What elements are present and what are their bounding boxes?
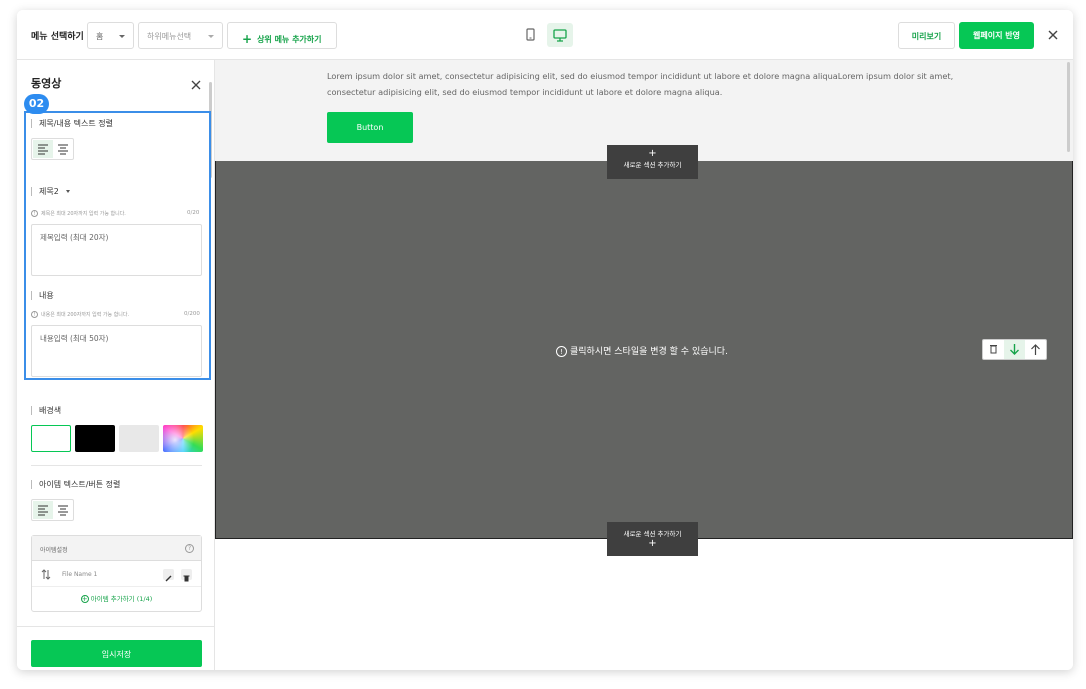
canvas-scrollbar[interactable]: [1067, 62, 1070, 152]
bg-color-label: 배경색: [31, 406, 61, 415]
heading-select[interactable]: 제목2: [31, 187, 71, 196]
add-section-label: 새로운 섹션 추가하기: [623, 530, 682, 538]
temp-save-button[interactable]: 임시저장: [31, 640, 202, 667]
add-section-top-button[interactable]: + 새로운 섹션 추가하기: [607, 145, 698, 179]
desktop-view-button[interactable]: [547, 23, 573, 47]
reorder-icon[interactable]: [41, 569, 51, 580]
trash-icon: [183, 575, 190, 582]
content-char-count: 0/200: [184, 311, 200, 317]
trash-icon: [990, 345, 997, 354]
swatch-white[interactable]: [31, 425, 71, 452]
heading-select-value: 제목2: [39, 187, 59, 196]
menu-select-value: 홈: [96, 32, 104, 41]
section-tools: [982, 339, 1047, 360]
item-align-center-button[interactable]: [53, 501, 73, 519]
edit-item-button[interactable]: [163, 569, 174, 582]
mobile-icon: [526, 28, 535, 41]
section-body-text: Lorem ipsum dolor sit amet, consectetur …: [327, 71, 954, 97]
item-align-label: 아이템 텍스트/버튼 정렬: [31, 480, 120, 489]
item-settings-header: 아이템설정 ?: [32, 536, 201, 561]
title-align-label: 제목/내용 텍스트 정렬: [31, 119, 113, 128]
preview-button[interactable]: 미리보기: [898, 22, 955, 49]
publish-button[interactable]: 웹페이지 반영: [959, 22, 1034, 49]
item-align-group: [31, 499, 74, 521]
close-icon: [191, 80, 201, 90]
add-section-bottom-button[interactable]: 새로운 섹션 추가하기 +: [607, 522, 698, 556]
list-item: File Name 1: [32, 562, 201, 587]
content-textarea-placeholder: 내용입력 (최대 50자): [40, 334, 109, 343]
close-icon: [1048, 30, 1058, 40]
menu-select[interactable]: 홈: [87, 22, 134, 49]
chevron-down-icon: [119, 35, 125, 38]
content-textarea[interactable]: 내용입력 (최대 50자): [31, 325, 202, 377]
item-name: File Name 1: [62, 571, 98, 578]
add-item-button[interactable]: + 아이템 추가하기 (1/4): [32, 593, 201, 603]
item-align-left-button[interactable]: [33, 501, 53, 519]
info-icon: !: [31, 210, 38, 217]
align-left-icon: [38, 505, 48, 516]
item-settings-title: 아이템설정: [40, 547, 68, 554]
video-section[interactable]: ! 클릭하시면 스타일을 변경 할 수 있습니다.: [215, 161, 1073, 539]
chevron-down-icon: [208, 35, 214, 38]
settings-sidebar: 동영상 02 제목/내용 텍스트 정렬 제목2 ! 제목은 최대 20자까지 입력…: [17, 60, 215, 670]
add-section-label: 새로운 섹션 추가하기: [623, 161, 682, 169]
title-char-count: 0/20: [187, 210, 200, 216]
plus-icon: +: [242, 32, 253, 46]
help-icon[interactable]: ?: [185, 544, 194, 553]
delete-section-button[interactable]: [983, 340, 1004, 359]
page-canvas: Lorem ipsum dolor sit amet, consectetur …: [215, 60, 1073, 670]
title-align-group: [31, 138, 74, 160]
move-up-button[interactable]: [1025, 340, 1046, 359]
menu-select-label: 메뉴 선택하기: [31, 32, 84, 42]
item-settings-panel: 아이템설정 ? File Name 1 + 아이템 추가하기 (1/4): [31, 535, 202, 612]
delete-item-button[interactable]: [181, 569, 192, 582]
swatch-color-picker[interactable]: [163, 425, 203, 452]
align-left-icon: [38, 144, 48, 155]
close-sidebar-button[interactable]: [190, 76, 202, 90]
mobile-view-button[interactable]: [517, 23, 543, 47]
align-left-button[interactable]: [33, 140, 53, 158]
swatch-black[interactable]: [75, 425, 115, 452]
info-icon: !: [31, 311, 38, 318]
top-toolbar: 메뉴 선택하기 홈 하위메뉴선택 + 상위 메뉴 추가하기 미리보기 웹페이지 반…: [17, 10, 1073, 60]
add-menu-label: 상위 메뉴 추가하기: [257, 35, 322, 44]
section-button[interactable]: Button: [327, 112, 413, 143]
align-center-icon: [58, 505, 68, 516]
content-hint: ! 내용은 최대 200자까지 입력 가능 합니다.: [31, 311, 129, 318]
editor-window: 메뉴 선택하기 홈 하위메뉴선택 + 상위 메뉴 추가하기 미리보기 웹페이지 반…: [17, 10, 1073, 670]
plus-icon: +: [648, 148, 657, 159]
title-hint: ! 제목은 최대 20자까지 입력 가능 합니다.: [31, 210, 126, 217]
swatch-gray[interactable]: [119, 425, 159, 452]
info-icon: !: [556, 346, 567, 357]
align-center-button[interactable]: [53, 140, 73, 158]
pencil-icon: [165, 575, 172, 582]
align-center-icon: [58, 144, 68, 155]
title-textarea-placeholder: 제목입력 (최대 20자): [40, 233, 109, 242]
plus-circle-icon: +: [80, 595, 89, 603]
plus-icon: +: [648, 538, 657, 549]
desktop-icon: [553, 29, 567, 42]
divider: [31, 465, 202, 466]
arrow-up-icon: [1031, 344, 1040, 355]
submenu-select[interactable]: 하위메뉴선택: [138, 22, 223, 49]
move-down-button[interactable]: [1004, 340, 1025, 359]
submenu-select-placeholder: 하위메뉴선택: [147, 32, 192, 41]
title-textarea[interactable]: 제목입력 (최대 20자): [31, 224, 202, 276]
arrow-down-icon: [1010, 344, 1019, 355]
style-hint: ! 클릭하시면 스타일을 변경 할 수 있습니다.: [556, 344, 728, 357]
divider: [17, 626, 214, 627]
step-badge: 02: [24, 94, 49, 114]
close-editor-button[interactable]: [1046, 27, 1060, 41]
chevron-down-icon: [66, 190, 71, 193]
sidebar-title: 동영상: [31, 77, 62, 90]
content-label: 내용: [31, 291, 54, 300]
add-menu-button[interactable]: + 상위 메뉴 추가하기: [227, 22, 337, 49]
